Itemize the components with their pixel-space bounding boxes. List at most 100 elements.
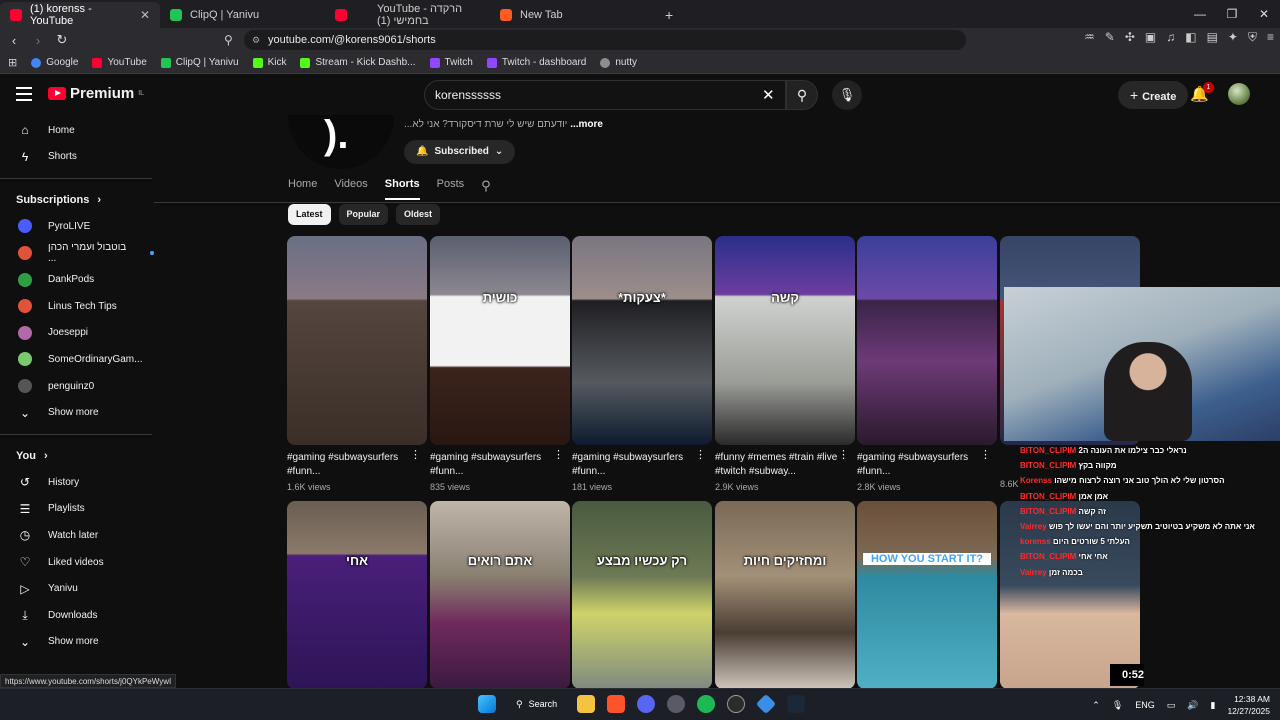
tab-posts[interactable]: Posts — [437, 178, 465, 200]
create-button[interactable]: + Create — [1118, 81, 1189, 109]
sidebar-item-shorts[interactable]: ϟ Shorts — [0, 144, 154, 171]
short-thumbnail[interactable] — [857, 236, 997, 445]
more-options-icon[interactable]: ⋮ — [980, 448, 991, 461]
url-field[interactable]: ⚙ youtube.com/@korens9061/shorts — [244, 30, 966, 50]
short-thumbnail[interactable]: כושית — [430, 236, 570, 445]
browser-tab[interactable]: ClipQ | Yanivu — [160, 2, 325, 28]
leo-icon[interactable]: ✦ — [1228, 30, 1238, 45]
short-card[interactable]: #gaming #subwaysurfers #funn... ⋮ 2.8K vie… — [857, 236, 997, 492]
more-options-icon[interactable]: ⋮ — [838, 448, 849, 461]
bookmark-icon[interactable]: ⚲ — [224, 33, 233, 47]
clear-search-icon[interactable]: ✕ — [762, 86, 775, 104]
browser-tab[interactable]: New Tab — [490, 2, 655, 28]
short-thumbnail[interactable]: *צעקות* — [572, 236, 712, 445]
channel-description[interactable]: ...יודעתם שיש לי שרת דיסקורד? אני לא ...… — [404, 119, 603, 130]
sidebar-icon[interactable]: ◧ — [1185, 30, 1196, 45]
account-avatar[interactable] — [1228, 83, 1250, 105]
app-diamond-icon[interactable] — [755, 693, 777, 715]
minimize-button[interactable]: — — [1184, 0, 1216, 28]
close-window-button[interactable]: ✕ — [1248, 0, 1280, 28]
tab-videos[interactable]: Videos — [334, 178, 367, 200]
media-icon[interactable]: ♫ — [1166, 30, 1175, 45]
subscriptions-heading[interactable]: Subscriptions › — [0, 187, 154, 213]
apps-grid-icon[interactable]: ⊞ — [8, 56, 17, 69]
forward-icon[interactable]: › — [28, 33, 48, 48]
chip-popular[interactable]: Popular — [338, 204, 389, 225]
bookmark-item[interactable]: Google — [31, 57, 78, 68]
short-title[interactable]: #gaming #subwaysurfers #funn... — [857, 451, 983, 479]
windows-start-icon[interactable] — [478, 695, 496, 713]
discord-icon[interactable] — [637, 695, 656, 713]
more-options-icon[interactable]: ⋮ — [410, 448, 421, 461]
short-card[interactable]: *צעקות* #gaming #subwaysurfers #funn... ⋮ 1… — [572, 236, 712, 492]
sidebar-item-yanivu[interactable]: ▷ Yanivu — [0, 575, 154, 602]
short-title[interactable]: #funny #memes #train #live #twitch #subw… — [715, 451, 841, 479]
more-link[interactable]: ...more — [570, 119, 603, 130]
restore-button[interactable]: ❐ — [1216, 0, 1248, 28]
short-card[interactable]: אחי — [287, 501, 427, 689]
bookmark-item[interactable]: Twitch — [429, 57, 473, 68]
short-card[interactable]: אתם רואים — [430, 501, 570, 689]
sidebar-subscription-joeseppi[interactable]: Joeseppi — [0, 320, 154, 347]
short-title[interactable]: #gaming #subwaysurfers #funn... — [572, 451, 698, 479]
short-card[interactable]: כושית #gaming #subwaysurfers #funn... ⋮ 835… — [430, 236, 570, 492]
short-title[interactable]: #gaming #subwaysurfers #funn... — [430, 451, 556, 479]
short-title[interactable]: #gaming #subwaysurfers #funn... — [287, 451, 413, 479]
wallet-icon[interactable]: ▤ — [1207, 30, 1218, 45]
sidebar-subscription-sog[interactable]: SomeOrdinaryGam... — [0, 346, 154, 373]
volume-icon[interactable]: 🔊 — [1187, 700, 1198, 711]
short-card[interactable]: קשה #funny #memes #train #live #twitch #s… — [715, 236, 855, 492]
bookmark-item[interactable]: Stream - Kick Dashb... — [300, 57, 416, 68]
menu-icon[interactable]: ≡ — [1267, 30, 1274, 45]
short-thumbnail[interactable]: HOW YOU START IT? — [857, 501, 997, 689]
obs-icon[interactable] — [727, 695, 746, 713]
vpn-icon[interactable]: ⛨ — [1248, 30, 1257, 45]
show-more-button[interactable]: ⌄ Show more — [0, 629, 154, 656]
battery-icon[interactable]: ▮ — [1211, 700, 1216, 711]
spotify-icon[interactable] — [697, 695, 716, 713]
close-tab-icon[interactable]: ✕ — [140, 8, 150, 22]
sidebar-item-playlists[interactable]: ☰ Playlists — [0, 496, 154, 523]
short-thumbnail[interactable]: רק עכשיו מבצע — [572, 501, 712, 689]
more-options-icon[interactable]: ⋮ — [553, 448, 564, 461]
search-input[interactable]: korenssssss — [424, 80, 786, 110]
language-indicator[interactable]: ENG — [1135, 700, 1155, 710]
tab-shorts[interactable]: Shorts — [384, 178, 420, 200]
short-thumbnail[interactable] — [287, 236, 427, 445]
microphone-icon[interactable]: 🎙 — [1112, 700, 1123, 711]
site-info-icon[interactable]: ⚙ — [252, 35, 260, 46]
search-button[interactable]: ⚲ — [786, 80, 818, 110]
bookmark-item[interactable]: nutty — [600, 57, 637, 68]
tab-home[interactable]: Home — [288, 178, 317, 200]
extension-icon[interactable]: ♒ — [1084, 30, 1095, 45]
app-icon[interactable] — [667, 695, 686, 713]
extensions-icon[interactable]: ✣ — [1125, 30, 1135, 45]
sidebar-item-liked-videos[interactable]: ♡ Liked videos — [0, 549, 154, 576]
bookmark-item[interactable]: Twitch - dashboard — [486, 57, 586, 68]
youtube-premium-logo[interactable]: Premium IL — [48, 85, 144, 102]
more-options-icon[interactable]: ⋮ — [695, 448, 706, 461]
sidebar-subscription-ltt[interactable]: Linus Tech Tips — [0, 293, 154, 320]
screenshot-icon[interactable]: ▣ — [1145, 30, 1156, 45]
channel-avatar-large[interactable]: ). — [288, 115, 394, 169]
back-icon[interactable]: ‹ — [4, 33, 24, 48]
sidebar-subscription-dankpods[interactable]: DankPods — [0, 266, 154, 293]
short-thumbnail[interactable]: ומחזיקים חיות — [715, 501, 855, 689]
sidebar-item-watch-later[interactable]: ◷ Watch later — [0, 522, 154, 549]
chip-latest[interactable]: Latest — [288, 204, 331, 225]
bookmark-item[interactable]: Kick — [252, 57, 286, 68]
bookmark-item[interactable]: YouTube — [92, 57, 147, 68]
browser-tab[interactable]: YouTube - הרקדה בחמישי (1) — [325, 2, 490, 28]
browser-tab[interactable]: (1) korenss - YouTube ✕ — [0, 2, 160, 28]
show-more-button[interactable]: ⌄ Show more — [0, 399, 154, 426]
sidebar-subscription-channel[interactable]: בוטבול ועמרי הכהן ... — [0, 240, 154, 267]
short-thumbnail[interactable]: אחי — [287, 501, 427, 689]
clock[interactable]: 12:38 AM 12/27/2025 — [1227, 693, 1270, 717]
new-tab-button[interactable]: + — [655, 2, 685, 28]
chip-oldest[interactable]: Oldest — [396, 204, 441, 225]
taskbar-search[interactable]: ⚲ Search — [508, 699, 565, 710]
short-thumbnail[interactable]: אתם רואים — [430, 501, 570, 689]
subscribed-button[interactable]: 🔔 Subscribed ⌄ — [404, 140, 516, 164]
file-explorer-icon[interactable] — [577, 695, 596, 713]
sidebar-item-history[interactable]: ↺ History — [0, 469, 154, 496]
